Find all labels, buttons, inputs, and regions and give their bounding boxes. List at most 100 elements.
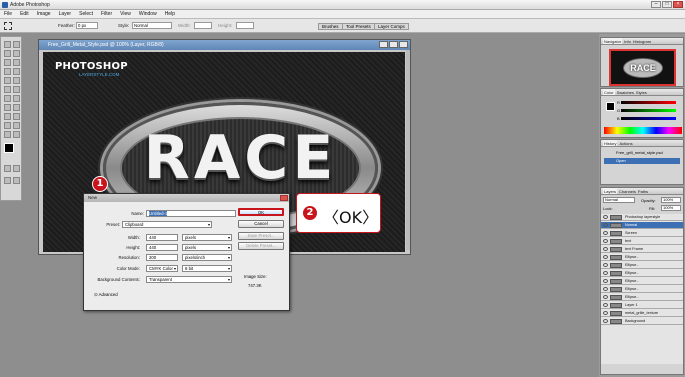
eye-icon[interactable] xyxy=(603,319,608,323)
menu-image[interactable]: Image xyxy=(37,11,51,17)
ok-button[interactable]: OK xyxy=(238,208,284,216)
history-snapshot[interactable]: Free_grill_metal_style.psd xyxy=(604,150,680,156)
blue-slider[interactable] xyxy=(621,117,676,120)
bit-depth-select[interactable]: 8 bit xyxy=(182,265,232,272)
blend-mode-select[interactable]: Normal xyxy=(603,197,635,203)
width-input[interactable]: 440 xyxy=(146,234,178,241)
type-tool-icon[interactable] xyxy=(13,104,20,111)
layer-row[interactable]: Background xyxy=(601,318,683,325)
eyedropper-icon[interactable] xyxy=(13,122,20,129)
dodge-tool-icon[interactable] xyxy=(13,95,20,102)
color-spectrum[interactable] xyxy=(604,127,682,134)
layer-row[interactable]: Ellipse... xyxy=(601,286,683,293)
layer-row[interactable]: metal_grille_texture xyxy=(601,310,683,317)
eye-icon[interactable] xyxy=(603,255,608,259)
tab-history[interactable]: History xyxy=(603,140,618,146)
resolution-unit-select[interactable]: pixels/inch xyxy=(182,254,232,261)
menu-help[interactable]: Help xyxy=(165,11,175,17)
blur-tool-icon[interactable] xyxy=(4,95,11,102)
tab-layer-comps[interactable]: Layer Comps xyxy=(374,23,409,30)
doc-close-button[interactable] xyxy=(399,41,408,48)
eye-icon[interactable] xyxy=(603,287,608,291)
tab-tool-presets[interactable]: Tool Presets xyxy=(342,23,375,30)
doc-maximize-button[interactable] xyxy=(389,41,398,48)
eye-icon[interactable] xyxy=(603,263,608,267)
marquee-icon[interactable] xyxy=(4,22,12,30)
layer-row[interactable]: Ellipse... xyxy=(601,294,683,301)
tab-histogram[interactable]: Histogram xyxy=(633,38,651,44)
eye-icon[interactable] xyxy=(603,303,608,307)
navigator-thumbnail[interactable]: RACE xyxy=(609,49,676,86)
lasso-tool-icon[interactable] xyxy=(4,50,11,57)
resolution-input[interactable]: 200 xyxy=(146,254,178,261)
layer-row[interactable]: text Frame xyxy=(601,246,683,253)
tab-color[interactable]: Color xyxy=(603,89,615,95)
menu-filter[interactable]: Filter xyxy=(101,11,112,17)
preset-select[interactable]: Clipboard xyxy=(122,221,212,228)
pen-tool-icon[interactable] xyxy=(4,113,11,120)
layer-row[interactable]: Normal xyxy=(601,222,683,229)
delete-preset-button[interactable]: Delete Preset... xyxy=(238,242,284,250)
menu-select[interactable]: Select xyxy=(79,11,93,17)
move-tool-icon[interactable] xyxy=(13,41,20,48)
close-button[interactable]: × xyxy=(673,1,683,8)
name-input[interactable]: Untitled-1 xyxy=(146,210,236,217)
doc-minimize-button[interactable] xyxy=(379,41,388,48)
hand-tool-icon[interactable] xyxy=(4,131,11,138)
menu-file[interactable]: File xyxy=(4,11,12,17)
tab-navigator[interactable]: Navigator xyxy=(603,38,623,44)
history-open-step[interactable]: Open xyxy=(604,158,680,164)
layer-row[interactable]: Ellipse... xyxy=(601,262,683,269)
eye-icon[interactable] xyxy=(603,239,608,243)
eye-icon[interactable] xyxy=(603,311,608,315)
tab-paths[interactable]: Paths xyxy=(638,188,648,194)
cancel-button[interactable]: Cancel xyxy=(238,220,284,228)
save-preset-button[interactable]: Save Preset... xyxy=(238,232,284,240)
layer-row[interactable]: Ellipse... xyxy=(601,270,683,277)
width-unit-select[interactable]: pixels xyxy=(182,234,232,241)
red-slider[interactable] xyxy=(621,101,676,104)
foreground-color-swatch[interactable] xyxy=(4,143,14,153)
opacity-input[interactable]: 100% xyxy=(661,197,681,203)
layer-row[interactable]: Photoshop layerstyle xyxy=(601,214,683,221)
layer-row[interactable]: Ellipse... xyxy=(601,254,683,261)
marquee-tool-icon[interactable] xyxy=(4,41,11,48)
eye-icon[interactable] xyxy=(603,247,608,251)
layer-row[interactable]: Ellipse... xyxy=(601,278,683,285)
color-mode-select[interactable]: CMYK Color xyxy=(146,265,178,272)
advanced-toggle[interactable]: ⊙ Advanced xyxy=(94,292,118,298)
tab-styles[interactable]: Styles xyxy=(636,89,647,95)
history-brush-icon[interactable] xyxy=(13,77,20,84)
layer-row[interactable]: Screen xyxy=(601,230,683,237)
dialog-close-button[interactable] xyxy=(280,195,288,201)
eye-icon[interactable] xyxy=(603,295,608,299)
tab-actions[interactable]: Actions xyxy=(619,140,632,146)
fill-input[interactable]: 100% xyxy=(661,205,681,211)
crop-tool-icon[interactable] xyxy=(4,59,11,66)
tab-channels[interactable]: Channels xyxy=(619,188,636,194)
eye-icon[interactable] xyxy=(603,231,608,235)
eye-icon[interactable] xyxy=(603,223,608,227)
brush-tool-icon[interactable] xyxy=(13,68,20,75)
menu-view[interactable]: View xyxy=(120,11,131,17)
tab-brushes[interactable]: Brushes xyxy=(318,23,343,30)
quick-mask-icon[interactable] xyxy=(13,165,20,172)
height-input[interactable]: 440 xyxy=(146,244,178,251)
healing-brush-icon[interactable] xyxy=(4,68,11,75)
background-contents-select[interactable]: Transparent xyxy=(146,276,232,283)
path-select-icon[interactable] xyxy=(4,104,11,111)
fullscreen-mode-icon[interactable] xyxy=(13,177,20,184)
height-unit-select[interactable]: pixels xyxy=(182,244,232,251)
standard-mode-icon[interactable] xyxy=(4,165,11,172)
eye-icon[interactable] xyxy=(603,279,608,283)
stamp-tool-icon[interactable] xyxy=(4,77,11,84)
minimize-button[interactable]: – xyxy=(651,1,661,8)
feather-input[interactable]: 0 px xyxy=(76,22,98,29)
tab-layers[interactable]: Layers xyxy=(603,188,618,194)
vertical-scrollbar[interactable] xyxy=(406,50,410,250)
eye-icon[interactable] xyxy=(603,215,608,219)
layer-row[interactable]: text xyxy=(601,238,683,245)
gradient-tool-icon[interactable] xyxy=(13,86,20,93)
notes-tool-icon[interactable] xyxy=(4,122,11,129)
maximize-button[interactable]: □ xyxy=(662,1,672,8)
